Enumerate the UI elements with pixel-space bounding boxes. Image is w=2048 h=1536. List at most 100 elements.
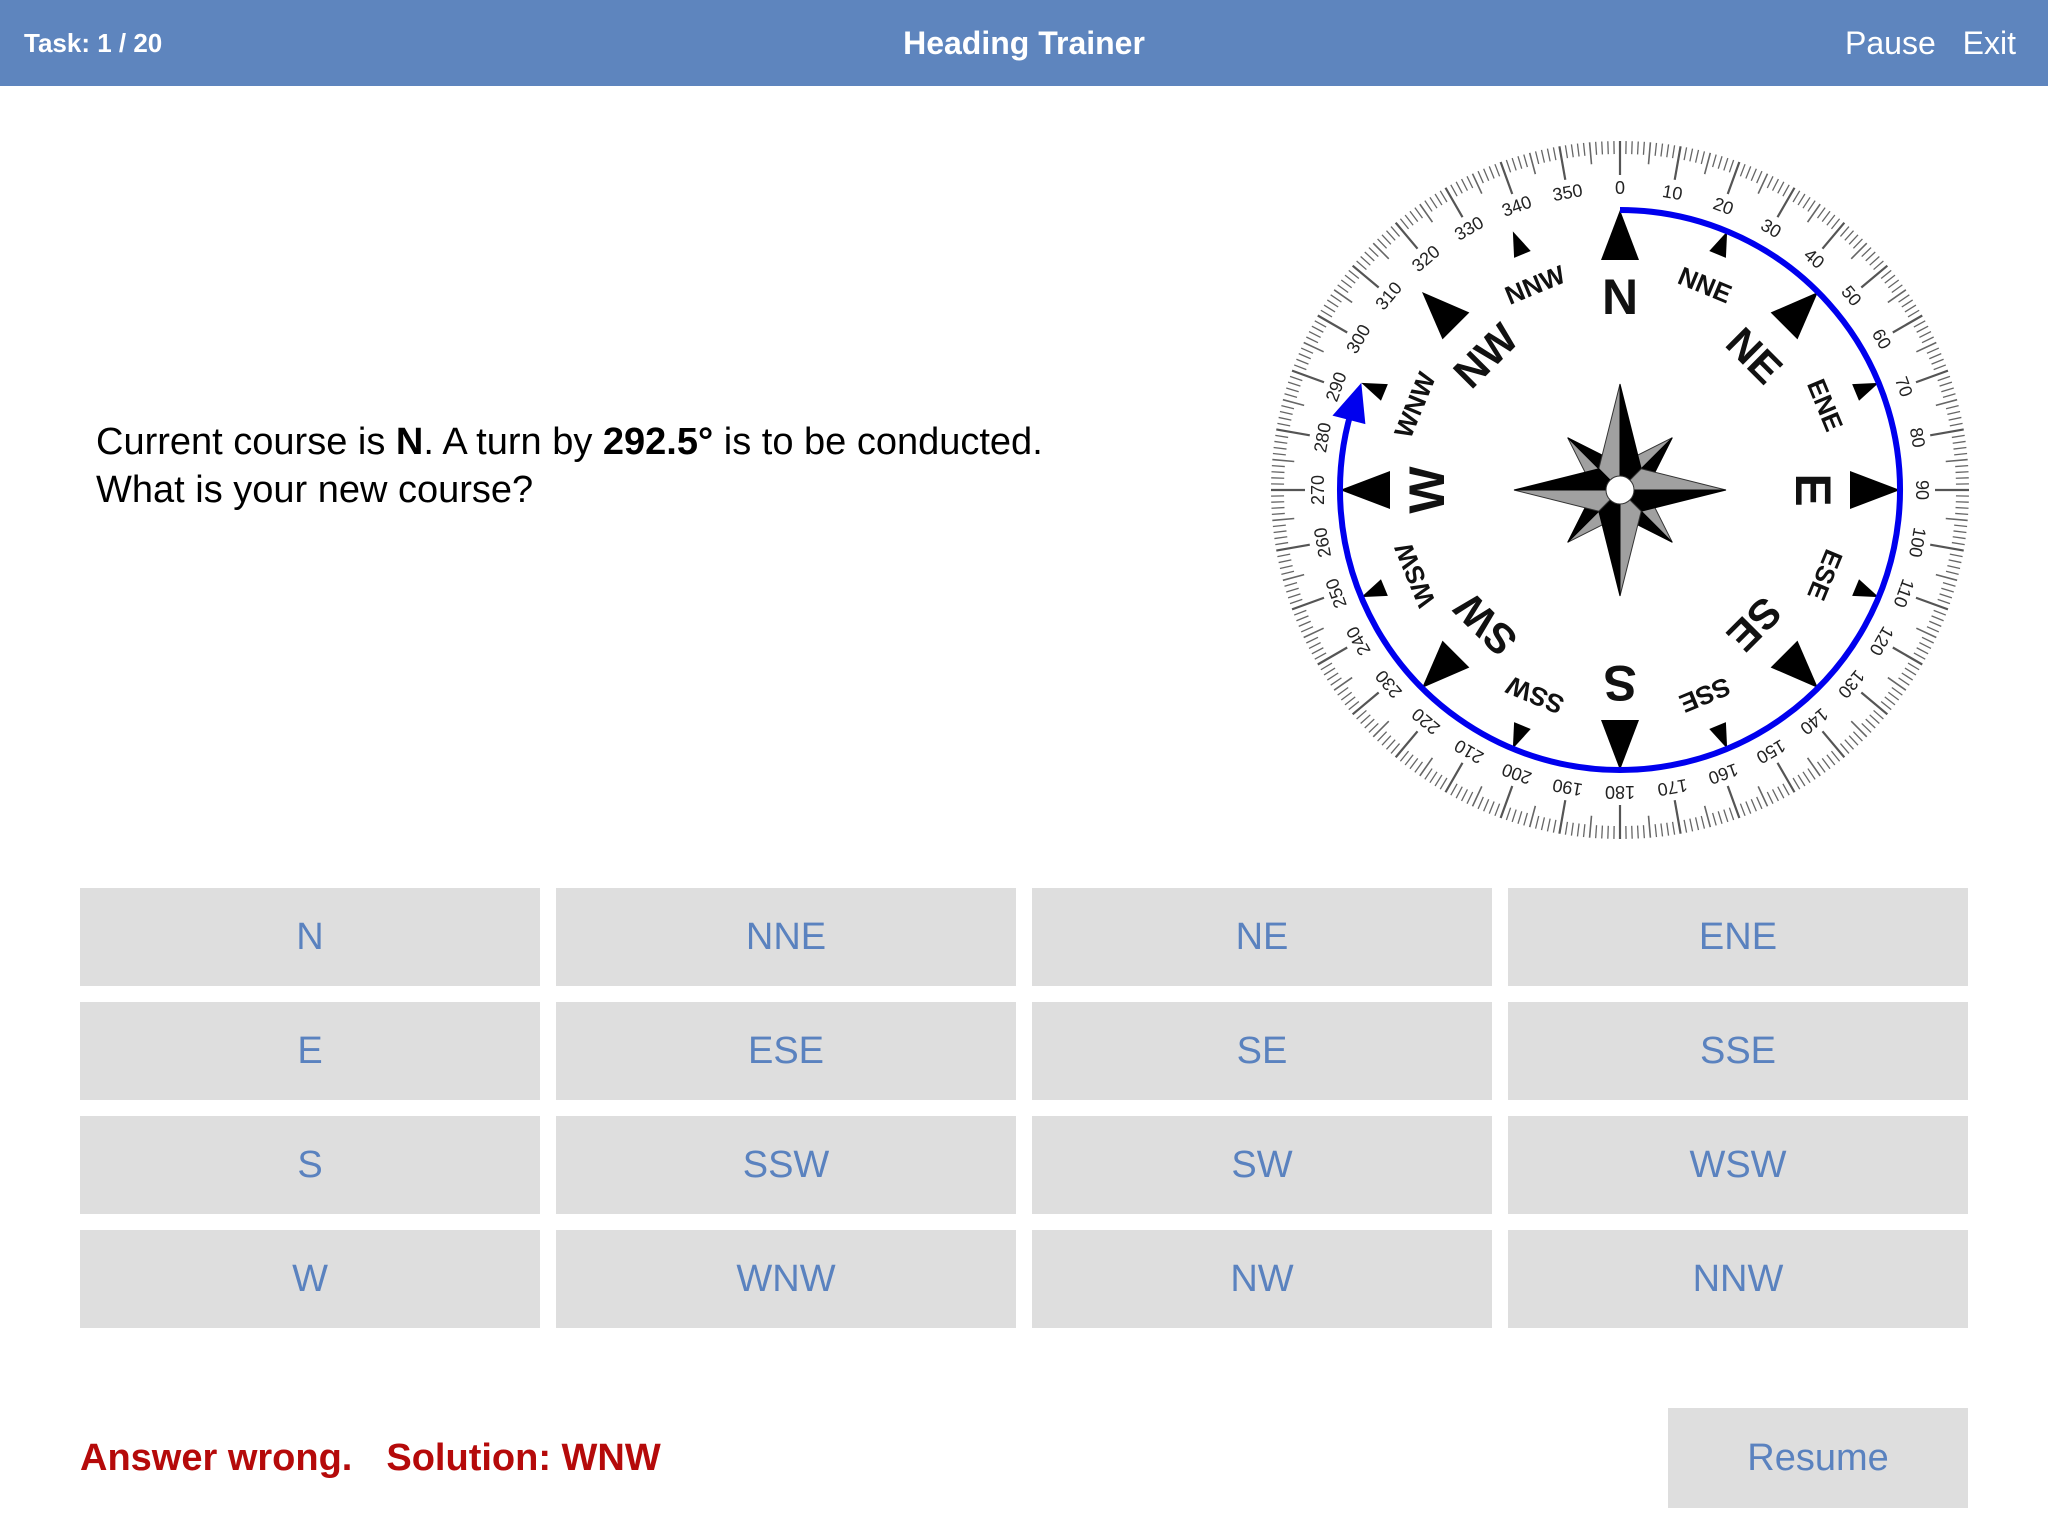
tick <box>1273 530 1287 534</box>
degree-label: 290 <box>1322 369 1351 404</box>
tick <box>1534 151 1540 165</box>
answer-button-sse[interactable]: SSE <box>1508 1002 1968 1100</box>
tick <box>1750 168 1757 181</box>
degree-label: 260 <box>1310 526 1335 559</box>
secondary-label: NNW <box>1501 259 1570 311</box>
tick <box>1660 143 1664 157</box>
tick <box>1937 375 1951 382</box>
tick <box>1276 543 1310 552</box>
tick <box>1450 184 1458 197</box>
tick <box>1344 274 1356 284</box>
question-suffix: is to be conducted. <box>713 421 1043 463</box>
tick <box>1723 157 1729 171</box>
intercardinal-pointer-icon <box>1770 640 1818 688</box>
tick <box>1517 156 1523 169</box>
tick <box>1558 800 1567 834</box>
tick <box>1756 170 1763 184</box>
tick <box>1595 825 1598 839</box>
tick <box>1364 251 1375 262</box>
answer-button-ssw[interactable]: SSW <box>556 1116 1016 1214</box>
tick <box>1948 559 1962 564</box>
tick <box>1546 148 1551 162</box>
answer-button-wsw[interactable]: WSW <box>1508 1116 1968 1214</box>
tick <box>1826 754 1836 766</box>
answer-button-ne[interactable]: NE <box>1032 888 1492 986</box>
top-bar: Task: 1 / 20 Heading Trainer Pause Exit <box>0 0 2048 86</box>
answer-button-w[interactable]: W <box>80 1230 540 1328</box>
answer-button-n[interactable]: N <box>80 888 540 986</box>
answer-button-nw[interactable]: NW <box>1032 1230 1492 1328</box>
tick <box>1945 458 1968 463</box>
tick <box>1439 777 1448 790</box>
tick <box>1884 274 1896 284</box>
resume-button[interactable]: Resume <box>1668 1408 1968 1508</box>
answer-button-e[interactable]: E <box>80 1002 540 1100</box>
tick <box>1782 783 1790 796</box>
question-line2: What is your new course? <box>96 469 534 511</box>
degree-label: 250 <box>1322 576 1351 611</box>
tick <box>1771 789 1780 802</box>
tick <box>1717 811 1723 824</box>
answer-button-ese[interactable]: ESE <box>556 1002 1016 1100</box>
intercardinal-label: SE <box>1718 588 1791 661</box>
result-message: Answer wrong. <box>80 1437 353 1479</box>
answer-button-nne[interactable]: NNE <box>556 888 1016 986</box>
tick <box>1364 718 1375 729</box>
tick <box>1694 149 1700 163</box>
tick <box>1711 154 1717 168</box>
tick <box>1689 818 1694 832</box>
tick <box>1797 193 1806 206</box>
tick <box>1949 422 1963 427</box>
tick <box>1429 196 1438 209</box>
tick <box>1276 428 1310 437</box>
tick <box>1660 823 1664 837</box>
tick <box>1570 144 1574 158</box>
solution-message: Solution: WNW <box>386 1437 661 1479</box>
tick <box>1390 743 1401 754</box>
tick <box>1286 587 1299 593</box>
tick <box>1570 822 1574 836</box>
tick <box>1826 214 1836 226</box>
tick <box>1300 626 1314 633</box>
degree-label: 180 <box>1605 782 1635 802</box>
tick <box>1404 214 1414 226</box>
intercardinal-pointer-icon <box>1422 292 1470 340</box>
exit-button[interactable]: Exit <box>1963 25 2016 61</box>
tick <box>1368 722 1379 733</box>
degree-label: 190 <box>1551 775 1584 800</box>
answer-button-ene[interactable]: ENE <box>1508 888 1968 986</box>
tick <box>1399 218 1410 230</box>
answer-button-se[interactable]: SE <box>1032 1002 1492 1100</box>
tick <box>1939 593 1953 599</box>
degree-label: 220 <box>1408 704 1444 739</box>
turn-amount: 292.5° <box>602 421 714 463</box>
tick <box>1287 593 1301 599</box>
tick <box>1647 142 1652 165</box>
answer-button-s[interactable]: S <box>80 1116 540 1214</box>
tick <box>1816 207 1826 219</box>
tick <box>1499 161 1514 195</box>
tick <box>1907 309 1920 318</box>
tick <box>1320 662 1333 671</box>
answer-button-wnw[interactable]: WNW <box>556 1230 1016 1328</box>
pause-button[interactable]: Pause <box>1845 25 1936 61</box>
answer-button-nnw[interactable]: NNW <box>1508 1230 1968 1328</box>
tick <box>1933 364 1947 371</box>
tick <box>1636 825 1639 839</box>
tick <box>1272 517 1295 522</box>
tick <box>1844 230 1855 241</box>
tick <box>1372 720 1390 738</box>
answer-button-sw[interactable]: SW <box>1032 1116 1492 1214</box>
degree-label: 10 <box>1661 181 1684 204</box>
tick <box>1948 416 1962 421</box>
tick <box>1552 819 1557 833</box>
tick <box>1807 200 1816 212</box>
tick <box>1941 587 1954 593</box>
degree-label: 140 <box>1796 704 1832 739</box>
tick <box>1949 553 1963 558</box>
degree-label: 30 <box>1757 215 1784 242</box>
tick <box>1483 799 1490 812</box>
tick <box>1286 387 1299 393</box>
tick <box>1499 785 1514 819</box>
tick <box>1582 142 1586 156</box>
